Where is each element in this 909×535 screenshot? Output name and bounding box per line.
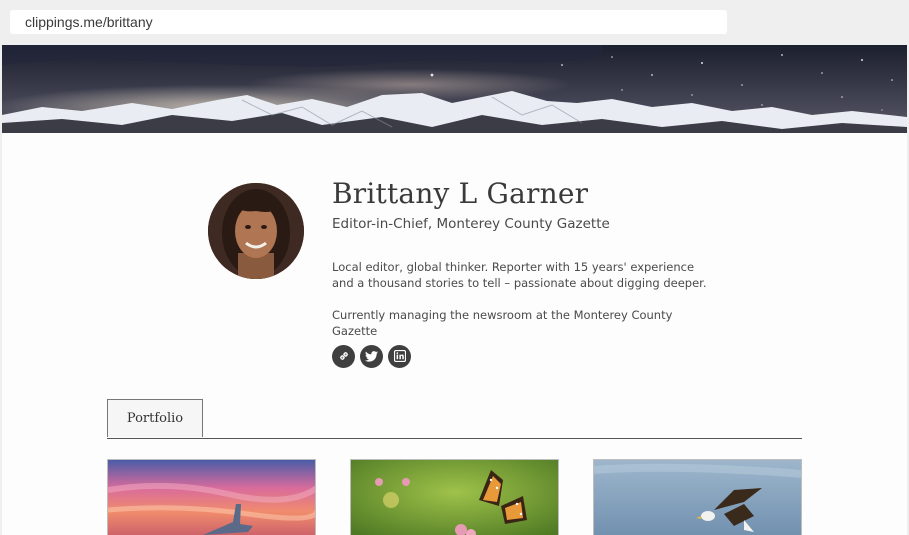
header-banner-image bbox=[2, 45, 907, 133]
profile-job-title: Editor-in-Chief, Monterey County Gazette bbox=[332, 216, 610, 232]
website-link-button[interactable] bbox=[332, 345, 355, 368]
linkedin-icon bbox=[393, 347, 406, 366]
portfolio-card[interactable] bbox=[593, 459, 802, 535]
tab-portfolio[interactable]: Portfolio bbox=[107, 399, 203, 437]
address-bar[interactable]: clippings.me/brittany bbox=[10, 10, 727, 34]
twitter-icon bbox=[365, 347, 378, 366]
profile-bio: Local editor, global thinker. Reporter w… bbox=[332, 259, 712, 339]
profile-name: Brittany L Garner bbox=[332, 177, 589, 210]
portfolio-card[interactable] bbox=[350, 459, 559, 535]
portfolio-thumbnail-butterfly bbox=[351, 460, 558, 535]
content-tabs: Portfolio bbox=[107, 399, 802, 439]
twitter-link-button[interactable] bbox=[360, 345, 383, 368]
portfolio-thumbnail-airplane bbox=[108, 460, 315, 535]
bio-paragraph: Local editor, global thinker. Reporter w… bbox=[332, 260, 707, 290]
link-icon bbox=[338, 347, 350, 366]
browser-window: clippings.me/brittany Brittany L Garner … bbox=[0, 0, 909, 535]
social-links bbox=[332, 345, 411, 368]
portfolio-thumbnail-eagle bbox=[594, 460, 801, 535]
bio-paragraph: Currently managing the newsroom at the M… bbox=[332, 308, 673, 338]
linkedin-link-button[interactable] bbox=[388, 345, 411, 368]
profile-avatar bbox=[208, 183, 304, 279]
profile-page: Brittany L Garner Editor-in-Chief, Monte… bbox=[2, 45, 907, 535]
portfolio-card[interactable] bbox=[107, 459, 316, 535]
